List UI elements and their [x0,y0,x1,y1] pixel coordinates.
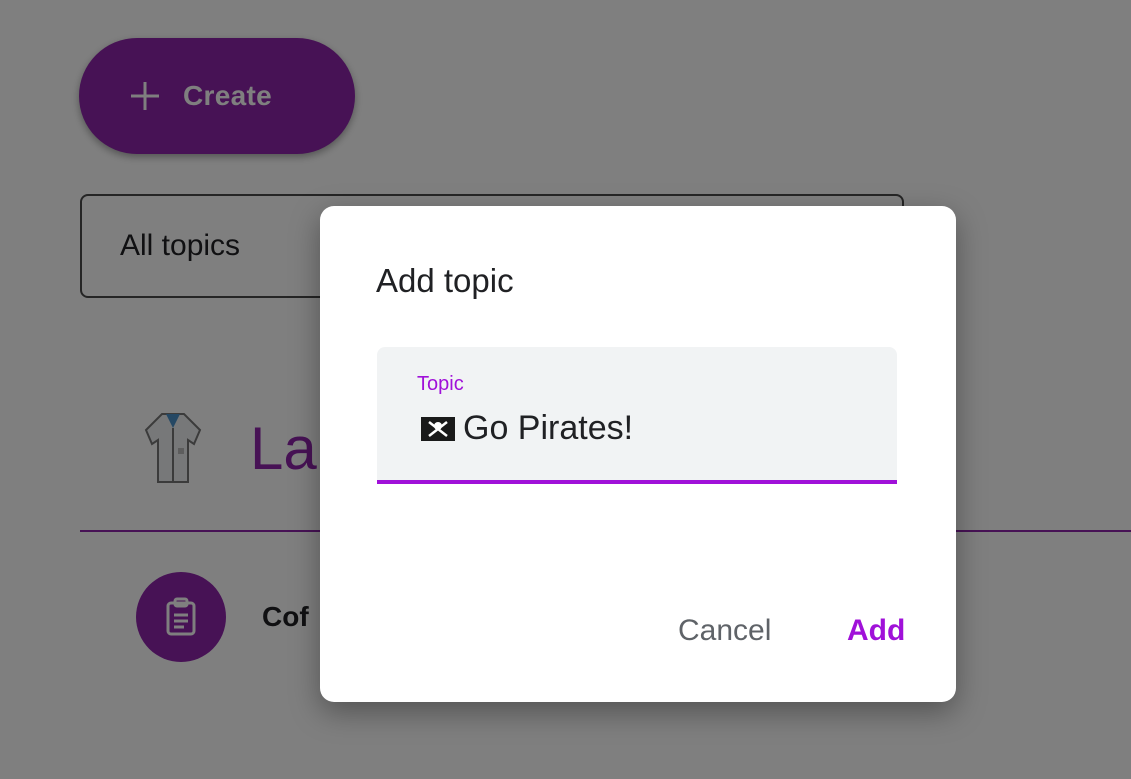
add-button[interactable]: Add [847,614,905,648]
topic-input-field[interactable]: Topic Go Pirates! [377,347,897,484]
add-topic-dialog: Add topic Topic Go Pirates! Cancel Add [320,206,956,702]
cancel-button[interactable]: Cancel [678,614,771,648]
topic-field-value-row: Go Pirates! [421,409,633,448]
topic-field-value[interactable]: Go Pirates! [463,409,633,448]
topic-field-underline [377,480,897,484]
pirate-flag-icon [421,416,455,441]
topic-field-label: Topic [417,373,464,395]
dialog-title: Add topic [376,262,514,299]
